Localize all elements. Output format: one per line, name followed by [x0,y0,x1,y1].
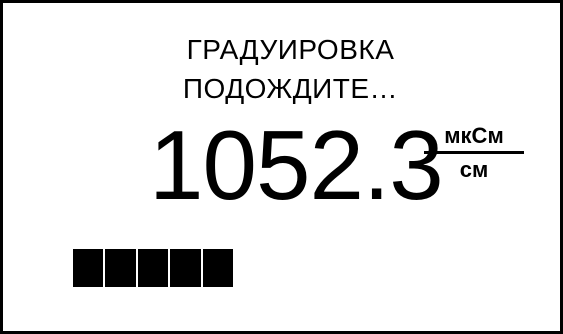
fraction-line [424,151,524,154]
status-title: ГРАДУИРОВКА [186,34,395,65]
conductivity-unit: мкСм см [424,123,524,183]
calibration-progress-bar [73,249,234,287]
progress-segment [73,249,104,287]
device-display: ГРАДУИРОВКА ПОДОЖДИТЕ… 1052.3 мкСм см [0,0,563,334]
progress-segment [170,249,201,287]
status-message: ПОДОЖДИТЕ… [182,73,399,104]
conductivity-reading: 1052.3 [149,110,444,220]
unit-denominator: см [459,157,489,182]
unit-numerator: мкСм [444,123,504,148]
progress-segment [137,249,169,287]
progress-segment [202,249,234,287]
progress-segment [105,249,136,287]
